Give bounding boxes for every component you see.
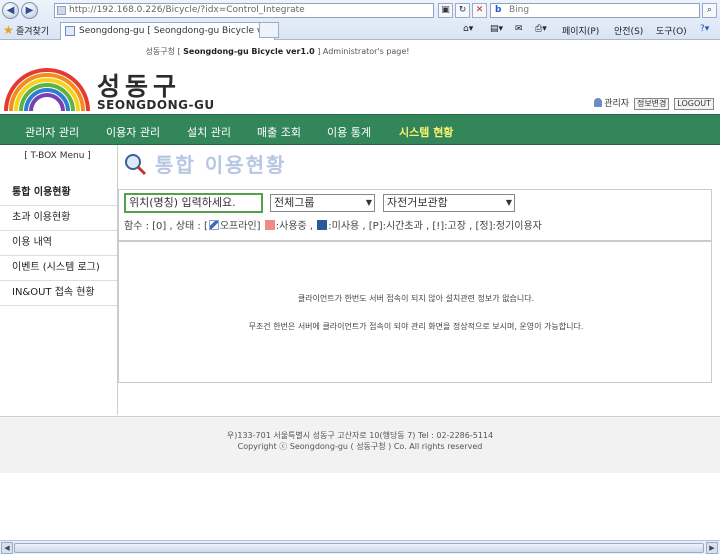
legend-fault: [!]:고장 ,	[432, 221, 473, 232]
star-icon: ★	[3, 23, 14, 37]
favorites-row: ★ 즐겨찾기 Seongdong-gu [ Seongdong-gu Bicyc…	[0, 21, 720, 40]
logout-button[interactable]: LOGOUT	[674, 98, 714, 110]
bing-icon: b	[495, 5, 502, 15]
print-icon[interactable]: ⎙▾	[535, 24, 547, 34]
home-icon[interactable]: ⌂▾	[463, 24, 473, 34]
system-title-name: Seongdong-gu Bicycle ver1.0	[183, 47, 315, 56]
cmd-tools[interactable]: 도구(O)	[656, 24, 687, 37]
rainbow-logo	[4, 68, 90, 112]
new-tab-button[interactable]	[259, 22, 279, 38]
sidebar-item-events[interactable]: 이벤트 (시스템 로그)	[0, 256, 117, 281]
system-title-suffix: ] Administrator's page!	[317, 47, 410, 56]
legend-in-use: :사용중 ,	[275, 221, 314, 232]
legend-regular: [정]:정기이용자	[475, 221, 542, 232]
bike-storage-select[interactable]: 자전거보관함 ▼	[383, 194, 515, 212]
sidebar-item-overtime[interactable]: 초과 이용현황	[0, 206, 117, 231]
browser-toolbar: ◀ ▶ http://192.168.0.226/Bicycle/?idx=Co…	[0, 0, 720, 40]
help-icon[interactable]: ?▾	[700, 24, 709, 34]
message-panel: 클라이언트가 한번도 서버 접속이 되지 않아 설치관련 정보가 없습니다. 무…	[118, 241, 712, 383]
web-page: 성동구청 [ Seongdong-gu Bicycle ver1.0 ] Adm…	[0, 41, 720, 540]
search-input[interactable]: b Bing	[490, 3, 700, 18]
admin-label: 관리자	[604, 99, 630, 109]
compat-icon[interactable]: ▣	[438, 3, 453, 18]
scroll-thumb[interactable]	[14, 543, 704, 553]
system-title-prefix: 성동구청 [	[145, 47, 181, 56]
main-menu: 관리자 관리 이용자 관리 설치 관리 매출 조회 이용 통계 시스템 현황	[0, 114, 720, 145]
cmd-page[interactable]: 페이지(P)	[562, 24, 599, 37]
feeds-icon[interactable]: ▤▾	[490, 24, 503, 34]
group-select-value: 전체그룹	[274, 196, 315, 209]
offline-icon	[208, 220, 219, 230]
page-icon	[57, 6, 66, 15]
chevron-down-icon: ▼	[505, 198, 512, 207]
status-legend: 함수 : [0] , 상태 : [ 오프라인] :사용중 , :미사용 , [P]…	[124, 217, 542, 232]
horizontal-scrollbar[interactable]: ◀ ▶	[0, 540, 720, 554]
place-search-input[interactable]: 위치(명칭) 입력하세요.	[124, 193, 263, 213]
filter-area: 위치(명칭) 입력하세요. 전체그룹 ▼ 자전거보관함 ▼ 함수 : [0] ,…	[118, 189, 712, 241]
admin-icon	[594, 98, 603, 107]
message-line-1: 클라이언트가 한번도 서버 접속이 되지 않아 설치관련 정보가 없습니다.	[297, 294, 535, 303]
sidebar-item-integrated[interactable]: 통합 이용현황	[0, 181, 117, 206]
legend-count: 함수 : [0] , 상태 : [	[124, 221, 208, 232]
footer: 우)133-701 서울특별시 성동구 고산자로 10(행당동 7) Tel :…	[0, 417, 720, 473]
scroll-left-icon[interactable]: ◀	[1, 542, 13, 554]
stop-icon[interactable]: ✕	[472, 3, 487, 18]
admin-area: 관리자 정보변경 LOGOUT	[594, 96, 714, 110]
menu-stats[interactable]: 이용 통계	[327, 124, 371, 140]
sidebar-item-history[interactable]: 이용 내역	[0, 231, 117, 256]
sidebar-title: [ T-BOX Menu ]	[24, 151, 91, 161]
scroll-right-icon[interactable]: ▶	[706, 542, 718, 554]
menu-system-status[interactable]: 시스템 현황	[399, 124, 453, 140]
bike-select-value: 자전거보관함	[387, 196, 448, 209]
legend-timeout: [P]:시간초과 ,	[368, 221, 430, 232]
footer-copyright: Copyright ⓒ Seongdong-gu ( 성동구청 ) Co. Al…	[237, 442, 483, 451]
cmd-safety[interactable]: 안전(S)	[614, 24, 643, 37]
sidebar-item-inout[interactable]: IN&OUT 접속 현황	[0, 281, 117, 306]
address-text: http://192.168.0.226/Bicycle/?idx=Contro…	[69, 5, 305, 15]
favorites-button[interactable]: 즐겨찾기	[16, 24, 49, 37]
chevron-down-icon: ▼	[365, 198, 372, 207]
in-use-swatch	[264, 220, 275, 230]
back-icon[interactable]: ◀	[2, 2, 19, 19]
system-title: 성동구청 [ Seongdong-gu Bicycle ver1.0 ] Adm…	[0, 46, 555, 57]
menu-admin[interactable]: 관리자 관리	[25, 124, 79, 140]
refresh-icon[interactable]: ↻	[455, 3, 470, 18]
menu-install[interactable]: 설치 관리	[187, 124, 231, 140]
unused-swatch	[317, 220, 328, 230]
page-title: 통합 이용현황	[155, 153, 287, 177]
tab-title: Seongdong-gu [ Seongdong-gu Bicycle ver1…	[79, 26, 275, 36]
message-line-2: 무조건 한번은 서버에 클라이언트가 접속이 되야 관리 화면을 정상적으로 보…	[248, 322, 584, 331]
group-select[interactable]: 전체그룹 ▼	[270, 194, 375, 212]
search-placeholder: Bing	[509, 5, 530, 15]
change-info-button[interactable]: 정보변경	[633, 98, 670, 110]
address-bar[interactable]: http://192.168.0.226/Bicycle/?idx=Contro…	[54, 3, 434, 18]
menu-users[interactable]: 이용자 관리	[106, 124, 160, 140]
footer-address: 우)133-701 서울특별시 성동구 고산자로 10(행당동 7) Tel :…	[226, 431, 494, 440]
tab-page-icon	[65, 26, 75, 36]
legend-offline: 오프라인]	[219, 221, 261, 232]
search-icon[interactable]: ⌕	[702, 3, 717, 18]
mail-icon[interactable]: ✉	[515, 24, 523, 34]
magnifier-icon	[125, 154, 147, 176]
browser-tab[interactable]: Seongdong-gu [ Seongdong-gu Bicycle ver1…	[60, 22, 275, 40]
legend-unused: :미사용 ,	[328, 221, 366, 232]
forward-icon[interactable]: ▶	[21, 2, 38, 19]
logo-english: SEONGDONG-GU	[97, 98, 215, 112]
menu-sales[interactable]: 매출 조회	[257, 124, 301, 140]
